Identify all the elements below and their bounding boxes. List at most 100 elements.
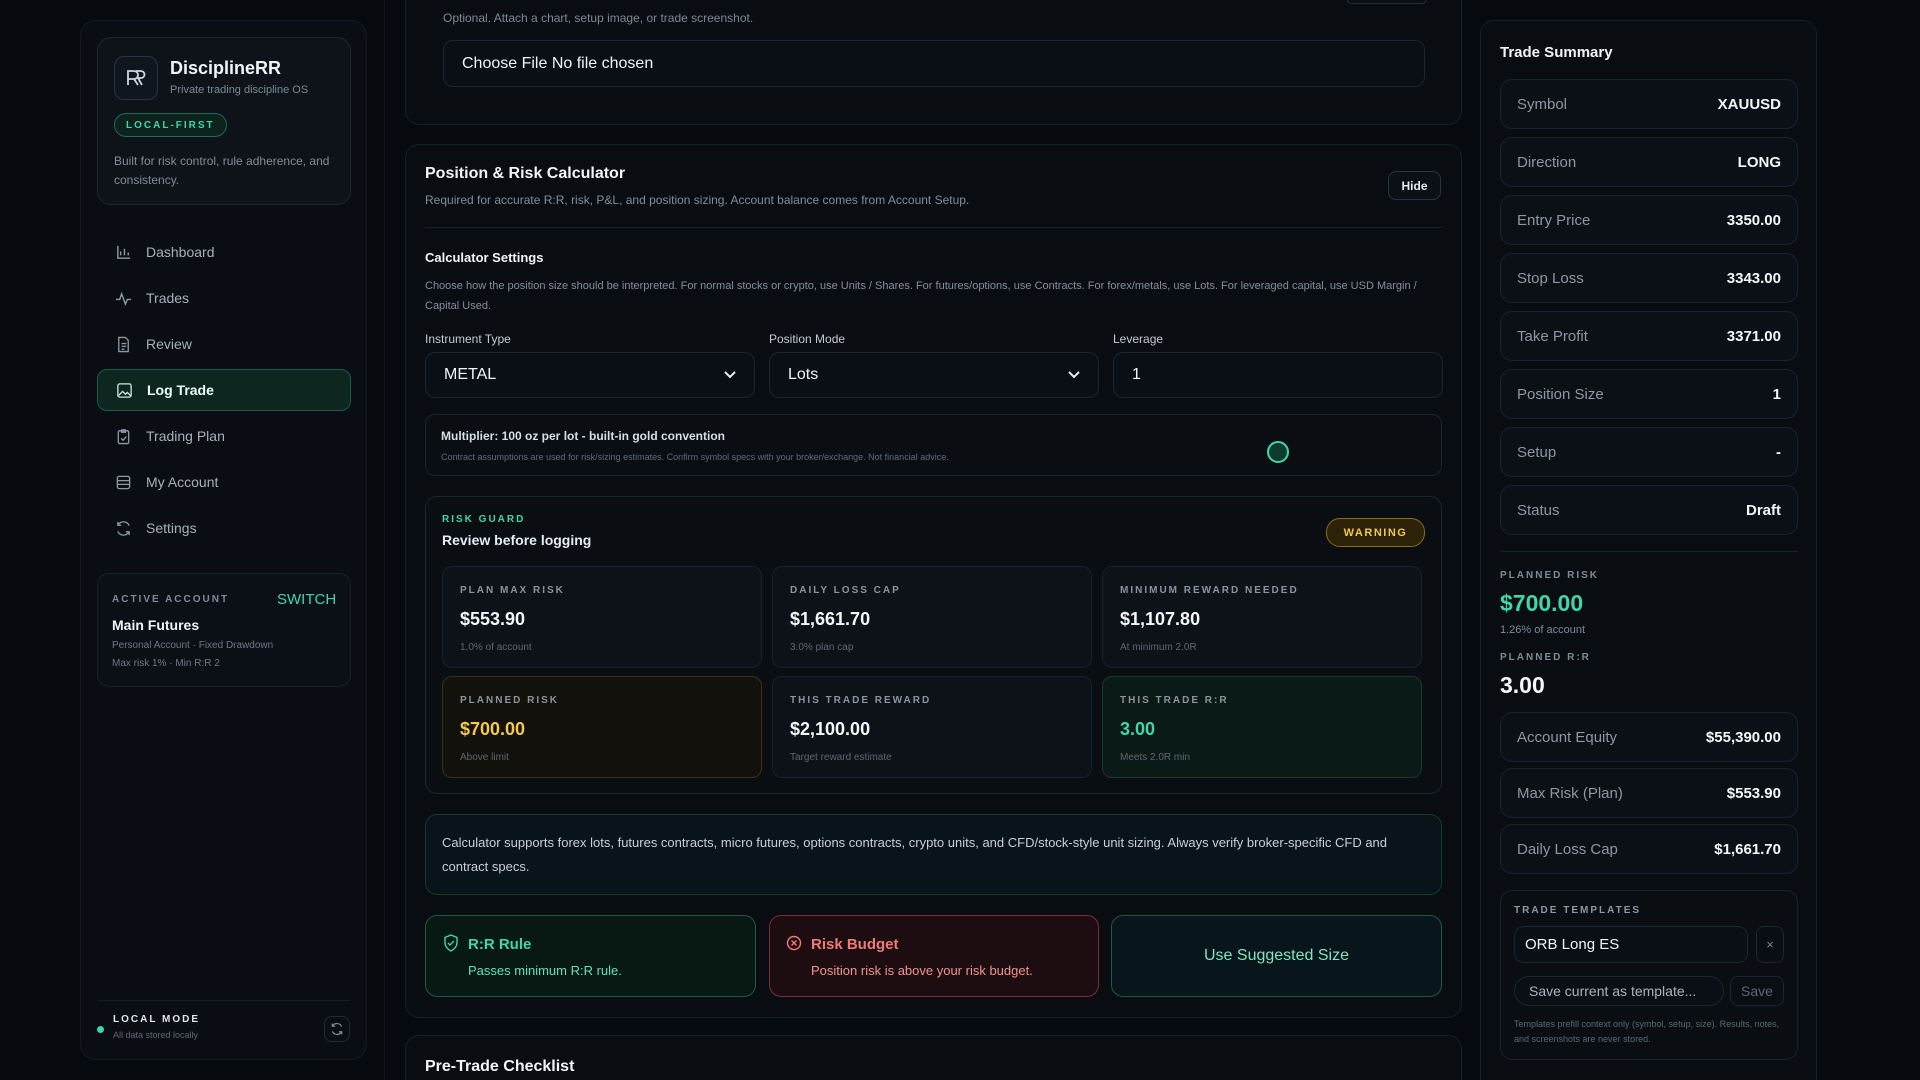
summary-key: Stop Loss	[1517, 269, 1584, 287]
summary-row-position-size: Position Size 1	[1500, 369, 1798, 419]
chevron-down-icon	[724, 371, 736, 379]
template-clear-button[interactable]: ×	[1756, 926, 1784, 963]
stat-value: $1,661.70	[790, 609, 871, 629]
instrument-type-label: Instrument Type	[425, 332, 511, 346]
close-icon: ×	[1766, 937, 1774, 952]
use-suggested-size-button[interactable]: Use Suggested Size	[1111, 915, 1442, 997]
planned-risk-label: PLANNED RISK	[1500, 570, 1600, 581]
multiplier-title: Multiplier: 100 oz per lot - built-in go…	[441, 429, 725, 443]
nav-item-my-account[interactable]: My Account	[97, 461, 351, 503]
summary-value: Draft	[1745, 501, 1781, 519]
local-mode-dot	[97, 1026, 104, 1033]
trade-rr-card: THIS TRADE R:R 3.00 Meets 2.0R min	[1102, 676, 1422, 778]
leverage-label: Leverage	[1113, 332, 1164, 346]
account-name: Main Futures	[112, 617, 200, 633]
summary-value: $553.90	[1726, 784, 1781, 802]
calculator-subtitle: Required for accurate R:R, risk, P&L, an…	[425, 193, 970, 207]
summary-value: 3371.00	[1726, 327, 1781, 345]
rr-rule-subtitle: Passes minimum R:R rule.	[468, 963, 622, 978]
sync-button[interactable]	[324, 1016, 350, 1042]
summary-row-direction: Direction LONG	[1500, 137, 1798, 187]
summary-row-daily-loss-cap: Daily Loss Cap $1,661.70	[1500, 824, 1798, 874]
nav-label: Dashboard	[146, 244, 215, 260]
pulse-icon	[115, 291, 132, 306]
local-mode-title: LOCAL MODE	[113, 1014, 201, 1025]
summary-value: -	[1776, 443, 1781, 461]
daily-loss-cap-card: DAILY LOSS CAP $1,661.70 3.0% plan cap	[772, 566, 1092, 668]
stat-sub: Above limit	[460, 752, 509, 763]
warning-badge: WARNING	[1326, 518, 1425, 547]
rr-rule-card	[425, 915, 756, 997]
nav-item-log-trade[interactable]: Log Trade	[97, 369, 351, 411]
nav-item-review[interactable]: Review	[97, 323, 351, 365]
instrument-type-select[interactable]: METAL	[425, 352, 755, 398]
stat-sub: Target reward estimate	[790, 752, 892, 763]
summary-key: Account Equity	[1517, 728, 1618, 746]
template-select[interactable]: ORB Long ES	[1514, 926, 1748, 963]
trade-summary-title: Trade Summary	[1500, 44, 1613, 61]
trade-templates-title: TRADE TEMPLATES	[1514, 905, 1642, 916]
summary-row-take-profit: Take Profit 3371.00	[1500, 311, 1798, 361]
bar-chart-icon	[117, 245, 131, 259]
hide-calculator-button[interactable]: Hide	[1388, 171, 1441, 200]
calculator-title: Position & Risk Calculator	[425, 165, 626, 182]
sidebar-divider	[97, 1000, 351, 1001]
summary-key: Direction	[1517, 153, 1577, 171]
stat-value: $1,107.80	[1120, 609, 1201, 629]
summary-value: $1,661.70	[1714, 840, 1781, 858]
stat-title: MINIMUM REWARD NEEDED	[1120, 585, 1299, 596]
support-note: Calculator supports forex lots, futures …	[442, 835, 1388, 874]
nav-item-trades[interactable]: Trades	[97, 277, 351, 319]
document-icon	[118, 336, 129, 352]
minimum-reward-card: MINIMUM REWARD NEEDED $1,107.80 At minim…	[1102, 566, 1422, 668]
database-icon	[116, 475, 131, 489]
summary-row-max-risk: Max Risk (Plan) $553.90	[1500, 768, 1798, 818]
attachment-hint: Optional. Attach a chart, setup image, o…	[443, 11, 754, 25]
stat-value: $2,100.00	[790, 719, 871, 739]
summary-row-setup: Setup -	[1500, 427, 1798, 477]
instrument-type-value: METAL	[444, 366, 497, 383]
switch-account-button[interactable]: SWITCH	[277, 591, 336, 608]
summary-key: Position Size	[1517, 385, 1604, 403]
risk-budget-subtitle: Position risk is above your risk budget.	[811, 963, 1033, 978]
leverage-input[interactable]: 1	[1113, 352, 1443, 398]
file-upload-input[interactable]: Choose File No file chosen	[443, 40, 1425, 87]
save-template-button[interactable]: Save	[1730, 976, 1784, 1006]
template-name-input[interactable]	[1514, 976, 1724, 1006]
stat-title: THIS TRADE R:R	[1120, 695, 1229, 706]
stat-sub: Meets 2.0R min	[1120, 752, 1191, 763]
local-mode-subtitle: All data stored locally	[113, 1030, 199, 1040]
summary-key: Entry Price	[1517, 211, 1591, 229]
summary-key: Symbol	[1517, 95, 1568, 113]
nav-label: My Account	[146, 474, 219, 490]
refresh-icon	[117, 520, 130, 536]
loading-indicator	[1267, 441, 1289, 463]
nav-item-trading-plan[interactable]: Trading Plan	[97, 415, 351, 457]
summary-key: Status	[1517, 501, 1560, 519]
attachment-clear-button[interactable]	[1347, 0, 1427, 4]
summary-key: Max Risk (Plan)	[1517, 784, 1623, 802]
stat-title: DAILY LOSS CAP	[790, 585, 901, 596]
nav-label: Trades	[146, 290, 190, 306]
nav-label: Settings	[146, 520, 197, 536]
position-mode-value: Lots	[788, 366, 819, 383]
plan-max-risk-card: PLAN MAX RISK $553.90 1.0% of account	[442, 566, 762, 668]
local-first-badge: LOCAL-FIRST	[114, 113, 227, 137]
nav-item-dashboard[interactable]: Dashboard	[97, 231, 351, 273]
summary-value: 3350.00	[1726, 211, 1781, 229]
risk-guard-title: Review before logging	[442, 532, 592, 548]
account-rules: Max risk 1% · Min R:R 2	[112, 658, 220, 669]
active-account-heading: ACTIVE ACCOUNT	[112, 594, 230, 605]
stat-value: $700.00	[460, 719, 526, 739]
position-mode-label: Position Mode	[769, 332, 846, 346]
planned-rr-value: 3.00	[1500, 672, 1545, 698]
position-mode-select[interactable]: Lots	[769, 352, 1099, 398]
risk-budget-title: Risk Budget	[811, 936, 899, 953]
templates-note: Templates prefill context only (symbol, …	[1514, 1019, 1780, 1044]
summary-row-status: Status Draft	[1500, 485, 1798, 535]
stat-value: $553.90	[460, 609, 526, 629]
risk-budget-card	[769, 915, 1099, 997]
nav-label: Log Trade	[147, 382, 214, 398]
multiplier-note: Contract assumptions are used for risk/s…	[441, 452, 949, 462]
nav-item-settings[interactable]: Settings	[97, 507, 351, 549]
